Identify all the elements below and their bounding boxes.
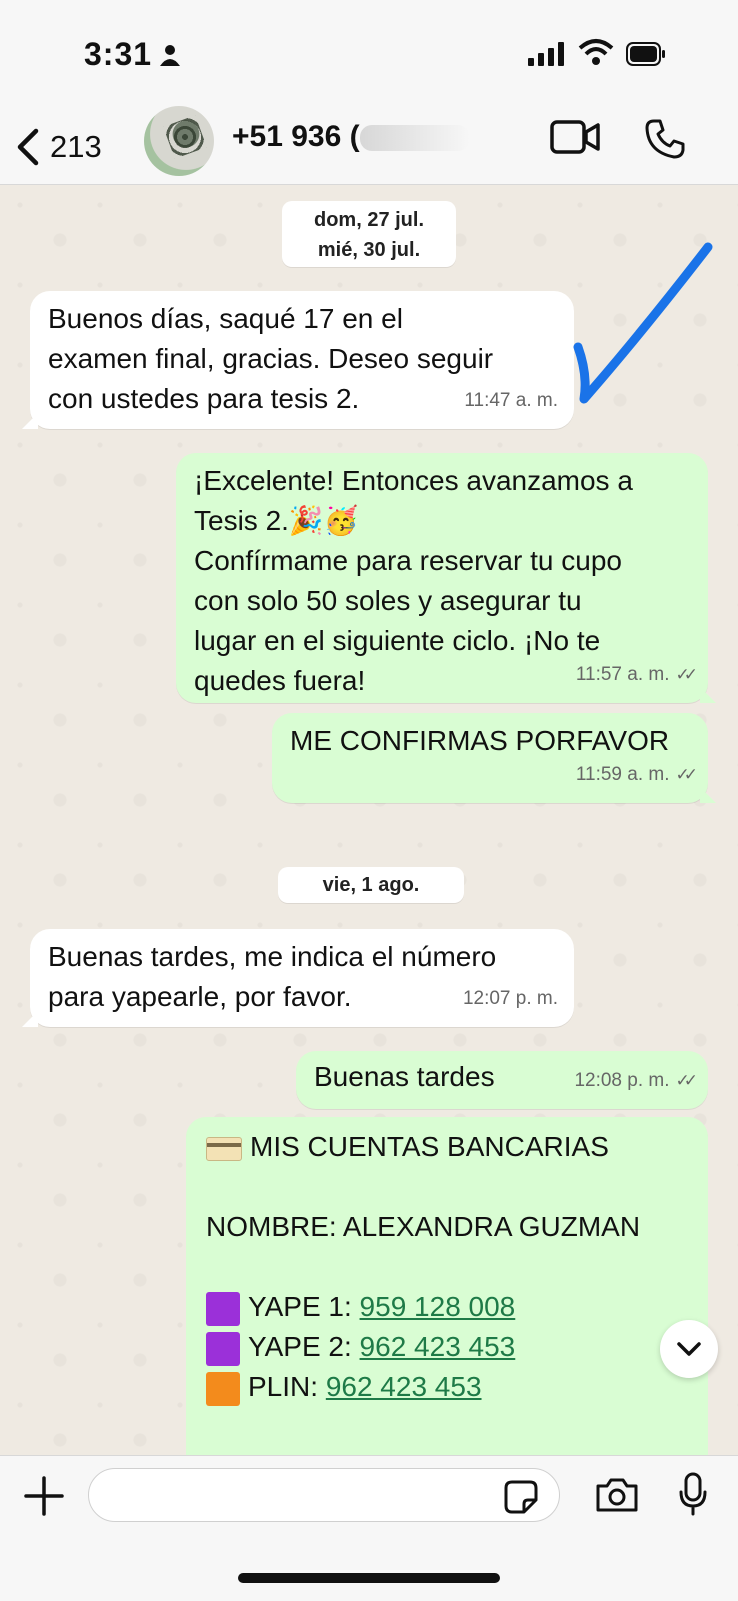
message-input[interactable]: [88, 1468, 560, 1522]
sticker-icon[interactable]: [504, 1480, 538, 1514]
microphone-icon[interactable]: [678, 1472, 708, 1516]
composer-bar: [0, 1455, 738, 1601]
time-text: 11:59 a. m.: [575, 764, 670, 785]
status-bar: 3:31: [0, 0, 738, 110]
message-time: 12:08 p. m. ✓✓: [574, 1061, 698, 1101]
status-time: 3:31: [84, 36, 153, 72]
date-separator: dom, 27 jul. mié, 30 jul.: [282, 201, 456, 267]
video-call-icon[interactable]: [550, 120, 600, 154]
account-label: YAPE 1:: [248, 1291, 352, 1322]
date-separator: vie, 1 ago.: [278, 867, 464, 903]
message-time: 11:59 a. m. ✓✓: [575, 755, 698, 795]
account-holder-name: NOMBRE: ALEXANDRA GUZMAN: [206, 1211, 641, 1242]
back-button[interactable]: 213: [16, 124, 116, 170]
message-incoming[interactable]: Buenos días, saqué 17 en el examen final…: [22, 291, 574, 429]
phone-number-link[interactable]: 962 423 453: [326, 1371, 482, 1402]
message-time: 11:47 a. m.: [464, 381, 558, 421]
message-outgoing-bank-accounts[interactable]: MIS CUENTAS BANCARIAS NOMBRE: ALEXANDRA …: [186, 1117, 708, 1455]
account-row: YAPE 2: 962 423 453: [206, 1327, 688, 1367]
double-check-icon: ✓✓: [675, 765, 698, 784]
double-check-icon: ✓✓: [675, 665, 698, 684]
account-row: YAPE 1: 959 128 008: [206, 1287, 688, 1327]
chevron-down-icon: [677, 1342, 701, 1356]
message-outgoing[interactable]: ¡Excelente! Entonces avanzamos a Tesis 2…: [176, 453, 716, 703]
purple-square-icon: [206, 1291, 240, 1326]
wifi-icon: [578, 39, 614, 65]
message-text-line: Buenos días, saqué 17 en el: [48, 303, 403, 334]
message-text-line: con solo 50 soles y asegurar tu: [194, 585, 582, 616]
unread-count: 213: [50, 129, 102, 164]
battery-icon: [626, 42, 665, 66]
credit-card-icon: [206, 1136, 242, 1161]
home-indicator: [238, 1573, 500, 1583]
contact-title[interactable]: +51 936 (: [232, 120, 470, 154]
message-outgoing[interactable]: Buenas tardes 12:08 p. m. ✓✓: [296, 1051, 708, 1109]
phone-number-link[interactable]: 959 128 008: [360, 1291, 516, 1322]
message-incoming[interactable]: Buenas tardes, me indica el número para …: [22, 929, 574, 1027]
date-label-1: dom, 27 jul.: [313, 209, 425, 231]
time-text: 11:57 a. m.: [575, 664, 670, 685]
message-text-line: Confírmame para reservar tu cupo: [194, 545, 622, 576]
message-text-line: Tesis 2.🎉🥳: [194, 505, 359, 536]
message-text-line: ¡Excelente! Entonces avanzamos a: [194, 465, 633, 496]
date-label-3: vie, 1 ago.: [322, 874, 420, 896]
purple-square-icon: [206, 1331, 240, 1366]
person-icon: [160, 45, 180, 66]
phone-icon[interactable]: [644, 118, 686, 160]
message-outgoing[interactable]: ME CONFIRMAS PORFAVOR 11:59 a. m. ✓✓: [272, 713, 716, 803]
chat-header: 213 +51 936 (: [0, 106, 738, 185]
message-time: 12:07 p. m.: [463, 979, 558, 1019]
bank-heading: MIS CUENTAS BANCARIAS: [206, 1127, 688, 1167]
cellular-signal-icon: [528, 42, 564, 66]
chat-area[interactable]: dom, 27 jul. mié, 30 jul. Buenos días, s…: [0, 185, 738, 1455]
date-label-2: mié, 30 jul.: [317, 239, 421, 261]
double-check-icon: ✓✓: [675, 1071, 698, 1090]
account-label: YAPE 2:: [248, 1331, 352, 1362]
account-row: PLIN: 962 423 453: [206, 1367, 688, 1407]
orange-square-icon: [206, 1371, 240, 1406]
time-text: 11:47 a. m.: [464, 390, 558, 411]
time-text: 12:07 p. m.: [462, 988, 558, 1009]
bank-heading-text: MIS CUENTAS BANCARIAS: [250, 1131, 609, 1162]
avatar[interactable]: [144, 106, 214, 176]
camera-icon[interactable]: [594, 1476, 640, 1514]
phone-number-link[interactable]: 962 423 453: [360, 1331, 516, 1362]
scroll-to-bottom-button[interactable]: [660, 1320, 718, 1378]
plus-icon[interactable]: [24, 1476, 64, 1516]
message-text-line: examen final, gracias. Deseo seguir: [48, 343, 494, 374]
chevron-left-icon: [17, 128, 39, 166]
message-time: 11:57 a. m. ✓✓: [575, 655, 698, 695]
time-text: 12:08 p. m.: [574, 1070, 670, 1091]
contact-number: +51 936 (: [232, 120, 360, 153]
account-label: PLIN:: [248, 1371, 319, 1402]
message-text-line: Buenas tardes, me indica el número: [48, 941, 497, 972]
